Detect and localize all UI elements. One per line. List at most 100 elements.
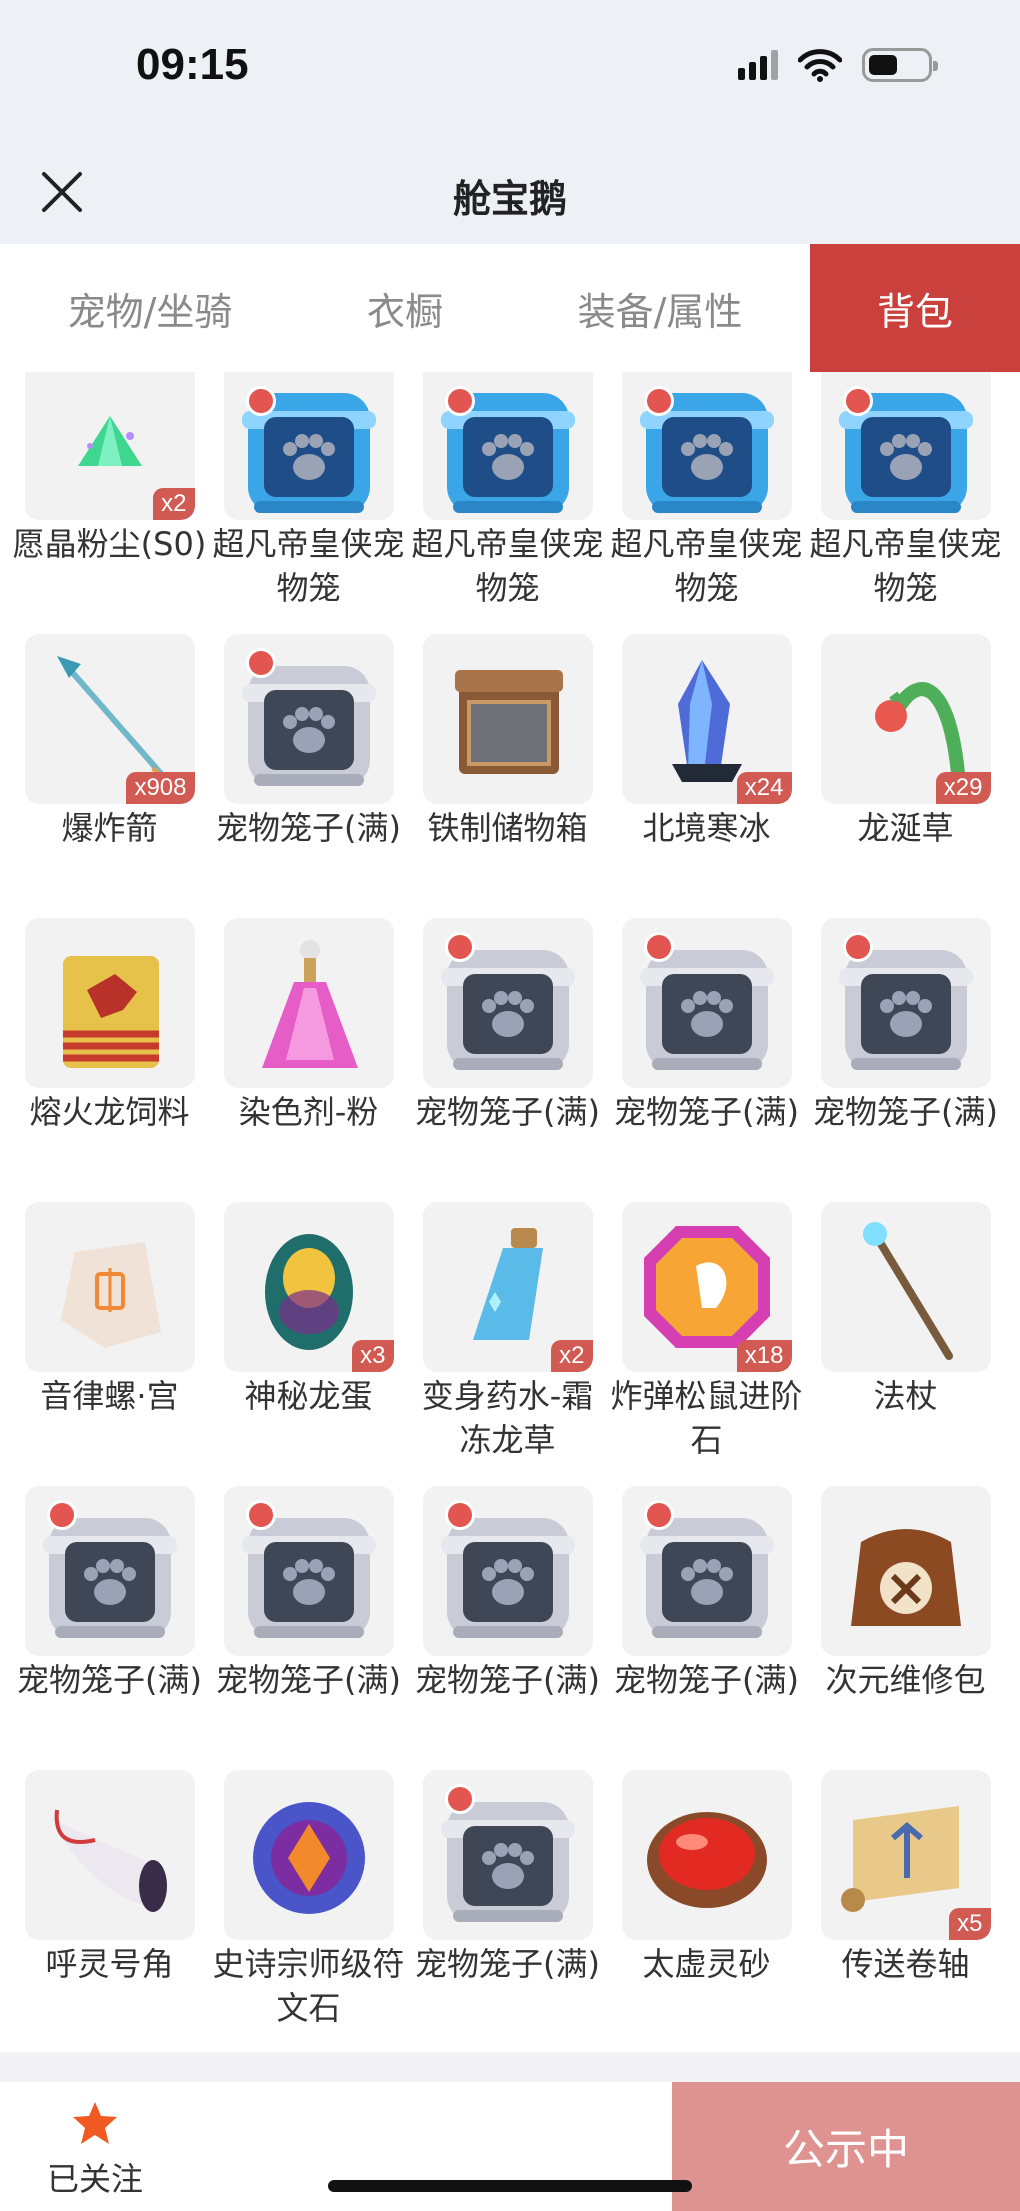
item-cell[interactable]: 宠物笼子(满) — [607, 918, 806, 1202]
item-name: 宠物笼子(满) — [415, 1945, 600, 1983]
item-cell[interactable]: 呼灵号角 — [10, 1770, 209, 2052]
item-name: 超凡帝皇侠宠物笼 — [411, 525, 604, 607]
rune-stone-icon — [223, 1770, 394, 1940]
item-cell[interactable]: x2 变身药水-霜冻龙草 — [408, 1202, 607, 1486]
pet-tag-icon — [444, 1784, 475, 1814]
item-count-badge: x29 — [935, 772, 991, 804]
gem-stone-icon: x18 — [621, 1202, 792, 1372]
crystal-dust-icon: x2 — [24, 372, 195, 520]
pet-tag-icon — [643, 386, 674, 416]
pet-cage-icon — [422, 918, 593, 1088]
item-cell[interactable]: 铁制储物箱 — [408, 634, 607, 918]
pet-cage-icon — [24, 1486, 195, 1656]
pet-tag-icon — [46, 1500, 77, 1530]
pet-cage-icon — [422, 1486, 593, 1656]
item-name: 染色剂-粉 — [238, 1093, 379, 1131]
item-cell[interactable]: 超凡帝皇侠宠物笼 — [607, 372, 806, 634]
pet-tag-icon — [842, 386, 873, 416]
item-name: 超凡帝皇侠宠物笼 — [610, 525, 803, 607]
status-icons — [738, 48, 938, 82]
item-cell[interactable]: 熔火龙饲料 — [10, 918, 209, 1202]
item-name: 铁制储物箱 — [427, 809, 588, 847]
item-count-badge: x3 — [352, 1340, 394, 1372]
item-name: 北境寒冰 — [642, 809, 771, 847]
horn-icon — [24, 1770, 195, 1940]
item-cell[interactable]: 宠物笼子(满) — [209, 634, 408, 918]
item-cell[interactable]: x5 传送卷轴 — [806, 1770, 1005, 2052]
pet-tag-icon — [444, 386, 475, 416]
item-cell[interactable]: 超凡帝皇侠宠物笼 — [806, 372, 1005, 634]
item-count-badge: x2 — [551, 1340, 593, 1372]
pet-cage-icon — [422, 1770, 593, 1940]
page-title: 舱宝鹅 — [452, 177, 567, 221]
item-name: 宠物笼子(满) — [614, 1661, 799, 1699]
item-cell[interactable]: 音律螺·宫 — [10, 1202, 209, 1486]
pet-tag-icon — [245, 386, 276, 416]
item-cell[interactable]: 宠物笼子(满) — [408, 1486, 607, 1770]
pet-tag-icon — [842, 932, 873, 962]
item-count-badge: x5 — [949, 1908, 991, 1940]
pet-tag-icon — [444, 1500, 475, 1530]
pet-tag-icon — [643, 1500, 674, 1530]
pet-cage-icon — [223, 634, 394, 804]
item-cell[interactable]: x29 龙涎草 — [806, 634, 1005, 918]
pet-cage-icon — [621, 1486, 792, 1656]
item-cell[interactable]: x18 炸弹松鼠进阶石 — [607, 1202, 806, 1486]
item-name: 次元维修包 — [825, 1661, 986, 1699]
item-name: 宠物笼子(满) — [614, 1093, 799, 1131]
item-name: 愿晶粉尘(S0) — [12, 525, 207, 563]
item-cell[interactable]: 法杖 — [806, 1202, 1005, 1486]
pet-tag-icon — [643, 932, 674, 962]
item-count-badge: x18 — [736, 1340, 792, 1372]
item-name: 史诗宗师级符文石 — [212, 1945, 405, 2027]
herb-icon: x29 — [820, 634, 991, 804]
item-name: 传送卷轴 — [841, 1945, 970, 1983]
item-name: 法杖 — [873, 1377, 938, 1415]
item-cell[interactable]: 次元维修包 — [806, 1486, 1005, 1770]
item-grid: x2 愿晶粉尘(S0) 超凡帝皇侠宠物笼 超凡帝皇侠宠物笼 超凡帝皇侠宠物笼 超… — [10, 372, 1005, 2052]
battery-icon — [862, 48, 938, 82]
item-cell[interactable]: 宠物笼子(满) — [209, 1486, 408, 1770]
backpack-grid: x2 愿晶粉尘(S0) 超凡帝皇侠宠物笼 超凡帝皇侠宠物笼 超凡帝皇侠宠物笼 超… — [0, 372, 1020, 2052]
item-cell[interactable]: x24 北境寒冰 — [607, 634, 806, 918]
blue-pet-cage-icon — [223, 372, 394, 520]
item-cell[interactable]: 宠物笼子(满) — [408, 918, 607, 1202]
pet-cage-icon — [621, 918, 792, 1088]
blue-pet-cage-icon — [621, 372, 792, 520]
item-cell[interactable]: x3 神秘龙蛋 — [209, 1202, 408, 1486]
tab-backpack[interactable]: 背包 — [810, 244, 1020, 372]
potion-icon: x2 — [422, 1202, 593, 1372]
dye-bottle-icon — [223, 918, 394, 1088]
storage-box-icon — [422, 634, 593, 804]
item-cell[interactable]: 超凡帝皇侠宠物笼 — [209, 372, 408, 634]
blue-pet-cage-icon — [422, 372, 593, 520]
pet-tag-icon — [444, 932, 475, 962]
item-cell[interactable]: x2 愿晶粉尘(S0) — [10, 372, 209, 634]
item-cell[interactable]: 宠物笼子(满) — [806, 918, 1005, 1202]
tab-wardrobe[interactable]: 衣橱 — [300, 244, 510, 372]
item-cell[interactable]: x908 爆炸箭 — [10, 634, 209, 918]
item-cell[interactable]: 染色剂-粉 — [209, 918, 408, 1202]
tab-equipment-attributes[interactable]: 装备/属性 — [510, 244, 810, 372]
pet-cage-icon — [820, 918, 991, 1088]
follow-button[interactable]: 已关注 — [40, 2100, 150, 2200]
item-name: 呼灵号角 — [45, 1945, 174, 1983]
item-count-badge: x24 — [736, 772, 792, 804]
red-sand-icon — [621, 1770, 792, 1940]
item-name: 太虚灵砂 — [642, 1945, 771, 1983]
tab-pets-mounts[interactable]: 宠物/坐骑 — [0, 244, 300, 372]
item-cell[interactable]: 超凡帝皇侠宠物笼 — [408, 372, 607, 634]
item-cell[interactable]: 宠物笼子(满) — [408, 1770, 607, 2052]
item-cell[interactable]: 宠物笼子(满) — [607, 1486, 806, 1770]
blue-pet-cage-icon — [820, 372, 991, 520]
pet-tag-icon — [245, 648, 276, 678]
public-notice-button[interactable]: 公示中 — [672, 2082, 1020, 2211]
divider — [0, 2052, 1020, 2082]
item-name: 宠物笼子(满) — [813, 1093, 998, 1131]
item-name: 龙涎草 — [857, 809, 954, 847]
item-name: 变身药水-霜冻龙草 — [421, 1377, 594, 1459]
status-time: 09:15 — [136, 40, 249, 89]
item-cell[interactable]: 太虚灵砂 — [607, 1770, 806, 2052]
item-cell[interactable]: 宠物笼子(满) — [10, 1486, 209, 1770]
item-cell[interactable]: 史诗宗师级符文石 — [209, 1770, 408, 2052]
